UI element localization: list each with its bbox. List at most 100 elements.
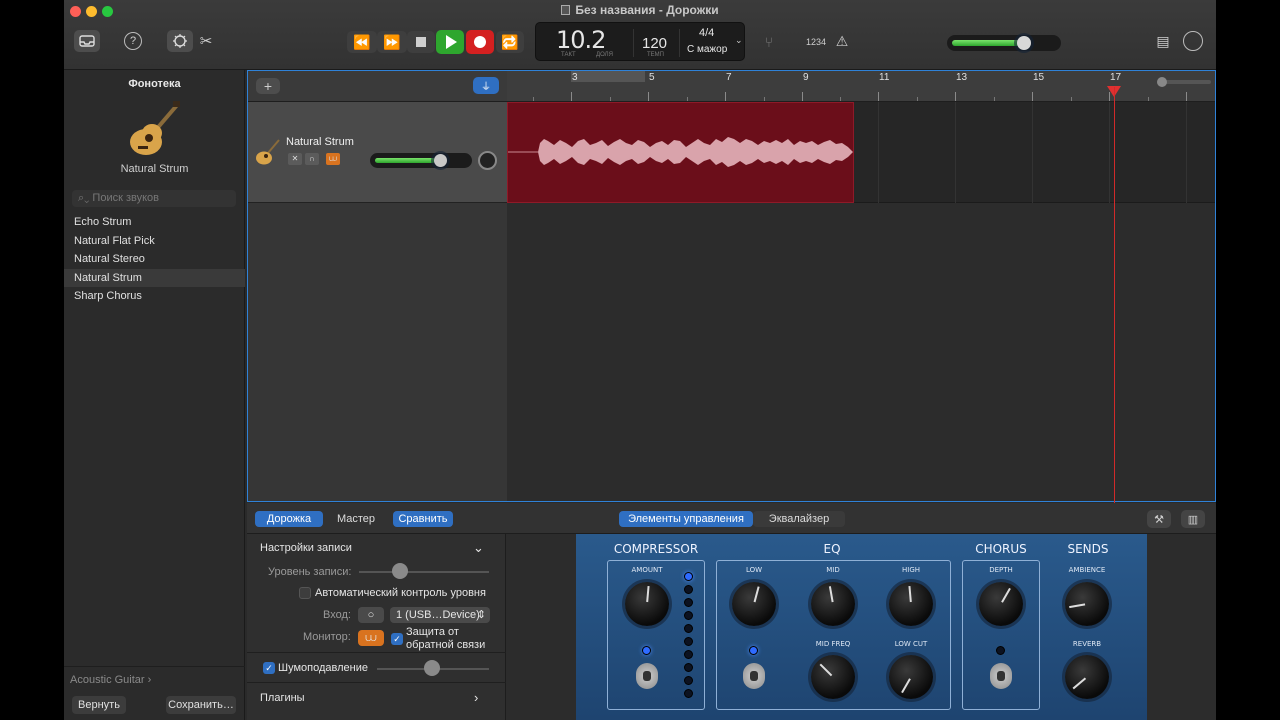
tab-master[interactable]: Мастер: [327, 511, 385, 527]
plugins-header[interactable]: Плагины: [260, 692, 305, 704]
stop-icon: [416, 37, 426, 47]
feedback-protection-checkbox[interactable]: ✓: [391, 633, 403, 645]
patch-item[interactable]: Natural Flat Pick: [64, 232, 245, 251]
eq-low-knob[interactable]: [732, 582, 776, 626]
compressor-toggle-switch[interactable]: [636, 663, 658, 689]
record-button[interactable]: [466, 30, 494, 54]
notepad-button[interactable]: ▤: [1154, 32, 1172, 50]
record-level-slider[interactable]: [359, 571, 489, 573]
ruler-bar-number: 3: [572, 72, 578, 83]
track-name[interactable]: Natural Strum: [286, 136, 354, 148]
tuner-button[interactable]: ⑂: [761, 34, 777, 50]
master-volume-knob[interactable]: [1017, 36, 1031, 50]
track-volume-slider[interactable]: [370, 153, 472, 168]
help-button[interactable]: ?: [124, 32, 142, 50]
cycle-icon: 🔁: [501, 33, 519, 50]
zoom-slider[interactable]: [1157, 77, 1211, 87]
input-select[interactable]: 1 (USB…Device) ⇕: [390, 607, 490, 623]
rewind-button[interactable]: ⏪: [347, 31, 377, 53]
auto-level-checkbox[interactable]: [299, 587, 311, 599]
low-cut-label: LOW CUT: [894, 640, 928, 648]
tab-controls[interactable]: Элементы управления: [619, 511, 753, 527]
track-lanes: [507, 102, 1215, 501]
reverb-knob[interactable]: [1065, 655, 1109, 699]
meter-led: [684, 598, 693, 607]
master-volume-slider[interactable]: [947, 35, 1061, 51]
record-level-knob[interactable]: [392, 563, 408, 579]
eq-mid-knob[interactable]: [811, 582, 855, 626]
chevron-right-icon[interactable]: ›: [474, 690, 478, 705]
mute-button[interactable]: ✕: [288, 153, 302, 165]
forward-button[interactable]: ⏩: [377, 31, 407, 53]
tab-equalizer[interactable]: Эквалайзер: [753, 511, 845, 527]
tab-track[interactable]: Дорожка: [255, 511, 323, 527]
smart-controls-pane: Дорожка Мастер Сравнить Элементы управле…: [247, 503, 1216, 720]
ruler-tick: [955, 92, 956, 101]
low-cut-knob[interactable]: [889, 655, 933, 699]
metronome-button[interactable]: ⚠: [834, 32, 850, 50]
monitor-toggle-button[interactable]: ⩊: [358, 630, 384, 646]
library-toggle-button[interactable]: [74, 30, 100, 52]
input-format-button[interactable]: ○: [358, 607, 384, 623]
track-header-top: + ⏚: [248, 71, 507, 102]
save-patch-button[interactable]: Сохранить…: [166, 696, 236, 714]
add-track-button[interactable]: +: [256, 78, 280, 94]
window-title: Без названия - Дорожки: [64, 3, 1216, 17]
eq-toggle-switch[interactable]: [743, 663, 765, 689]
track-lane[interactable]: [507, 102, 1215, 203]
lcd-position: 10.2: [556, 26, 606, 54]
catch-playhead-button[interactable]: ⏚: [473, 77, 499, 94]
editors-toggle-button[interactable]: ✂: [198, 32, 214, 50]
library-breadcrumb[interactable]: Acoustic Guitar ›: [70, 674, 151, 686]
cycle-region[interactable]: [571, 71, 645, 82]
chevron-down-icon[interactable]: ⌄: [473, 540, 484, 556]
chorus-depth-knob[interactable]: [979, 582, 1023, 626]
knob-indicator: [1069, 603, 1086, 609]
sound-search-input[interactable]: ⌕⌄ Поиск звуков: [72, 190, 236, 207]
loop-browser-button[interactable]: [1183, 31, 1203, 51]
compare-button[interactable]: Сравнить: [393, 511, 453, 527]
compressor-amount-knob[interactable]: [625, 582, 669, 626]
record-enable-button[interactable]: ⩊: [326, 153, 340, 165]
eq-mid-freq-knob[interactable]: [811, 655, 855, 699]
dial-icon: [173, 34, 187, 48]
lcd-display[interactable]: 10.2 ТАКТ ДОЛЯ 120 ТЕМП 4/4 С мажор ⌄: [535, 22, 745, 61]
solo-button[interactable]: ∩: [305, 153, 319, 165]
ruler-tick: [571, 92, 572, 101]
grid-line: [955, 102, 956, 203]
smart-controls-header: Дорожка Мастер Сравнить Элементы управле…: [247, 503, 1216, 534]
recording-settings-header[interactable]: Настройки записи: [260, 542, 352, 554]
auto-level-label: Автоматический контроль уровня: [315, 587, 486, 599]
play-button[interactable]: [436, 30, 464, 54]
ruler-tick: [1032, 92, 1033, 101]
eq-high-knob[interactable]: [889, 582, 933, 626]
cycle-button[interactable]: 🔁: [496, 31, 524, 53]
count-in-button[interactable]: 1234: [803, 34, 829, 50]
plugin-view-button[interactable]: ▥: [1181, 510, 1205, 528]
smart-controls-inspector-button[interactable]: ⚒: [1147, 510, 1171, 528]
patch-item-selected[interactable]: Natural Strum: [64, 268, 245, 287]
smart-controls-toggle-button[interactable]: [167, 30, 193, 52]
noise-gate-knob[interactable]: [424, 660, 440, 676]
ruler-subtick: [917, 97, 918, 101]
ruler-bar-number: 17: [1110, 72, 1122, 83]
revert-button[interactable]: Вернуть: [72, 696, 126, 714]
pan-knob[interactable]: [478, 151, 497, 170]
guitar-smart-controls-panel: COMPRESSOR AMOUNT EQ LOW MID HIGH MID FR…: [576, 534, 1147, 720]
ruler-tick: [725, 92, 726, 101]
chorus-toggle-switch[interactable]: [990, 663, 1012, 689]
ambience-knob[interactable]: [1065, 582, 1109, 626]
chevron-down-icon[interactable]: ⌄: [735, 35, 743, 46]
zoom-slider-knob[interactable]: [1157, 77, 1167, 87]
noise-gate-checkbox[interactable]: ✓: [263, 662, 275, 674]
tuning-fork-icon: ⑂: [764, 34, 774, 50]
stop-button[interactable]: [407, 31, 435, 53]
patch-item[interactable]: Sharp Chorus: [64, 287, 245, 306]
patch-item[interactable]: Echo Strum: [64, 213, 245, 232]
divider: [64, 666, 245, 667]
chorus-on-led: [996, 646, 1005, 655]
audio-region[interactable]: [507, 102, 854, 203]
track-volume-knob[interactable]: [434, 154, 447, 167]
patch-item[interactable]: Natural Stereo: [64, 250, 245, 269]
track-header[interactable]: Natural Strum ✕ ∩ ⩊: [248, 102, 507, 203]
